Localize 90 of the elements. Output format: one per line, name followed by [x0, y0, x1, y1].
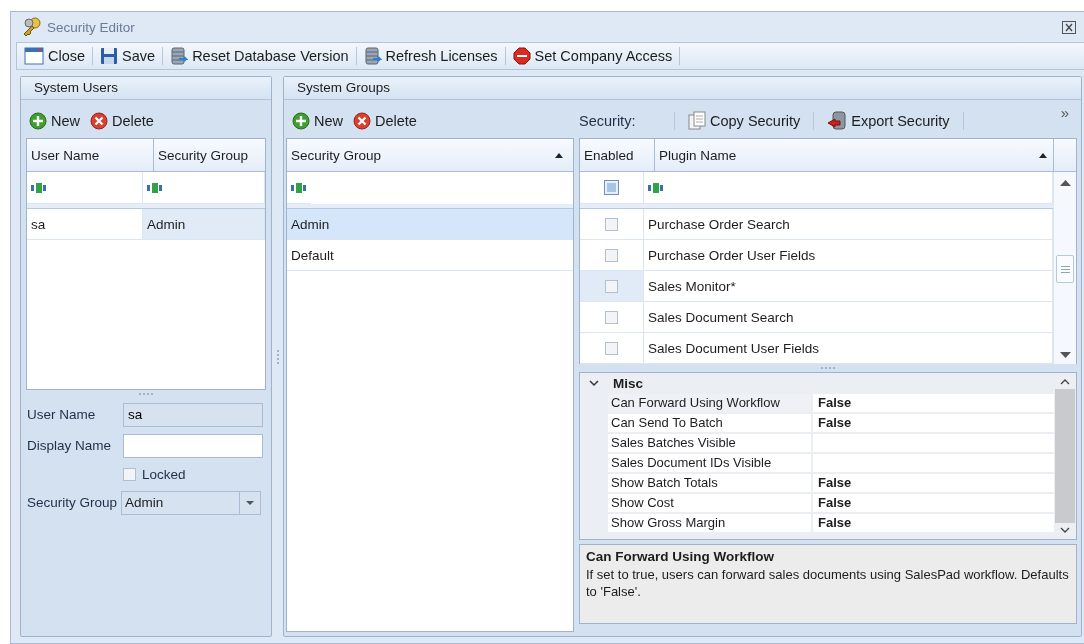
delete-icon — [353, 112, 371, 130]
column-header[interactable]: Enabled — [580, 139, 655, 171]
scroll-up-icon[interactable] — [1059, 180, 1071, 186]
category-row[interactable]: Misc — [580, 373, 1054, 394]
action-button[interactable]: Delete — [86, 109, 158, 133]
checkbox-label: Locked — [142, 466, 186, 482]
locked-checkbox[interactable] — [123, 467, 136, 481]
action-button[interactable]: Export Security — [823, 109, 954, 133]
toolbar-button[interactable]: Close — [20, 44, 90, 68]
enabled-checkbox[interactable] — [605, 217, 618, 231]
property-name[interactable]: Show Cost — [608, 494, 813, 512]
copy-icon — [688, 111, 706, 131]
display-name-field[interactable] — [123, 433, 263, 458]
enabled-checkbox[interactable] — [605, 341, 618, 355]
table-cell[interactable]: Sales Monitor* — [644, 271, 1053, 302]
scroll-down-icon[interactable] — [1060, 527, 1070, 533]
property-name[interactable]: Show Gross Margin — [608, 514, 813, 532]
database-export-icon — [827, 111, 848, 131]
scroll-thumb[interactable] — [1055, 389, 1075, 523]
stop-sign-icon — [512, 47, 531, 65]
toolbar-button[interactable]: Save — [96, 44, 160, 68]
action-button[interactable]: Delete — [349, 109, 421, 133]
security-group-dropdown[interactable]: Admin — [121, 490, 261, 515]
scroll-thumb[interactable] — [1056, 255, 1074, 283]
keys-icon — [21, 17, 43, 37]
group-row[interactable]: Default — [287, 240, 573, 271]
filter-icon — [31, 182, 47, 193]
column-header[interactable]: Security Group — [154, 139, 265, 171]
database-icon — [363, 46, 382, 66]
group-row[interactable]: Admin — [287, 209, 573, 240]
panel-header: System Users — [21, 77, 271, 100]
column-header[interactable]: Security Group — [287, 139, 573, 171]
column-header[interactable]: User Name — [27, 139, 154, 171]
database-icon — [170, 46, 189, 66]
window-icon — [24, 47, 44, 65]
enabled-checkbox[interactable] — [605, 248, 618, 262]
plus-icon — [29, 112, 47, 130]
scroll-down-icon[interactable] — [1059, 352, 1071, 358]
grip-icon — [1060, 265, 1070, 273]
toolbar-button[interactable]: Set Company Access — [508, 44, 677, 68]
floppy-icon — [100, 47, 119, 65]
action-button[interactable]: New — [25, 109, 84, 133]
field-label: Display Name — [27, 438, 113, 453]
delete-icon — [90, 112, 108, 130]
table-cell[interactable]: Admin — [143, 209, 265, 240]
table-cell[interactable] — [580, 209, 644, 240]
table-cell[interactable]: Purchase Order Search — [644, 209, 1053, 240]
column-header[interactable]: Plugin Name — [655, 139, 1054, 171]
filter-icon — [291, 182, 307, 193]
security-label: Security: — [579, 113, 637, 129]
property-value[interactable]: False — [813, 394, 1054, 412]
property-name[interactable]: Can Send To Batch — [608, 414, 813, 432]
chevron-icon — [589, 380, 599, 387]
table-cell[interactable]: Sales Document User Fields — [644, 333, 1053, 364]
property-value[interactable]: False — [813, 514, 1054, 532]
window-title: Security Editor — [47, 19, 135, 35]
scroll-up-icon[interactable] — [1060, 379, 1070, 385]
action-button[interactable]: New — [288, 109, 347, 133]
plus-icon — [292, 112, 310, 130]
table-cell[interactable] — [580, 333, 644, 364]
filter-checkbox[interactable] — [604, 180, 619, 195]
action-button[interactable]: Copy Security — [684, 109, 805, 133]
property-value[interactable]: False — [813, 414, 1054, 432]
toolbar-button[interactable]: Refresh Licenses — [359, 44, 502, 68]
panel-header: System Groups — [284, 77, 1081, 100]
scrollbar[interactable] — [1053, 172, 1076, 364]
property-name[interactable]: Sales Batches Visible — [608, 434, 813, 452]
filter-icon — [147, 182, 163, 193]
enabled-checkbox[interactable] — [605, 310, 618, 324]
property-name[interactable]: Sales Document IDs Visible — [608, 454, 813, 472]
field-label: User Name — [27, 407, 97, 422]
description-text: If set to true, users can forward sales documents using SalesPad workflow. Defaults to 'False'. — [586, 566, 1070, 600]
property-value[interactable]: False — [813, 474, 1054, 492]
description-title: Can Forward Using Workflow — [586, 549, 775, 564]
overflow-button[interactable]: » — [1056, 104, 1073, 121]
enabled-checkbox[interactable] — [605, 279, 618, 293]
property-value[interactable] — [813, 454, 1054, 472]
close-icon[interactable] — [1062, 20, 1076, 34]
table-cell[interactable]: Purchase Order User Fields — [644, 240, 1053, 271]
caret-icon — [246, 500, 254, 505]
property-name[interactable]: Show Batch Totals — [608, 474, 813, 492]
table-cell[interactable]: Sales Document Search — [644, 302, 1053, 333]
property-value[interactable]: False — [813, 494, 1054, 512]
table-cell[interactable] — [580, 302, 644, 333]
toolbar-button[interactable]: Reset Database Version — [166, 44, 353, 68]
filter-icon — [648, 182, 664, 193]
table-cell[interactable] — [580, 271, 644, 302]
user-name-field[interactable]: sa — [123, 402, 263, 427]
field-label: Security Group — [27, 495, 119, 510]
property-value[interactable] — [813, 434, 1054, 452]
